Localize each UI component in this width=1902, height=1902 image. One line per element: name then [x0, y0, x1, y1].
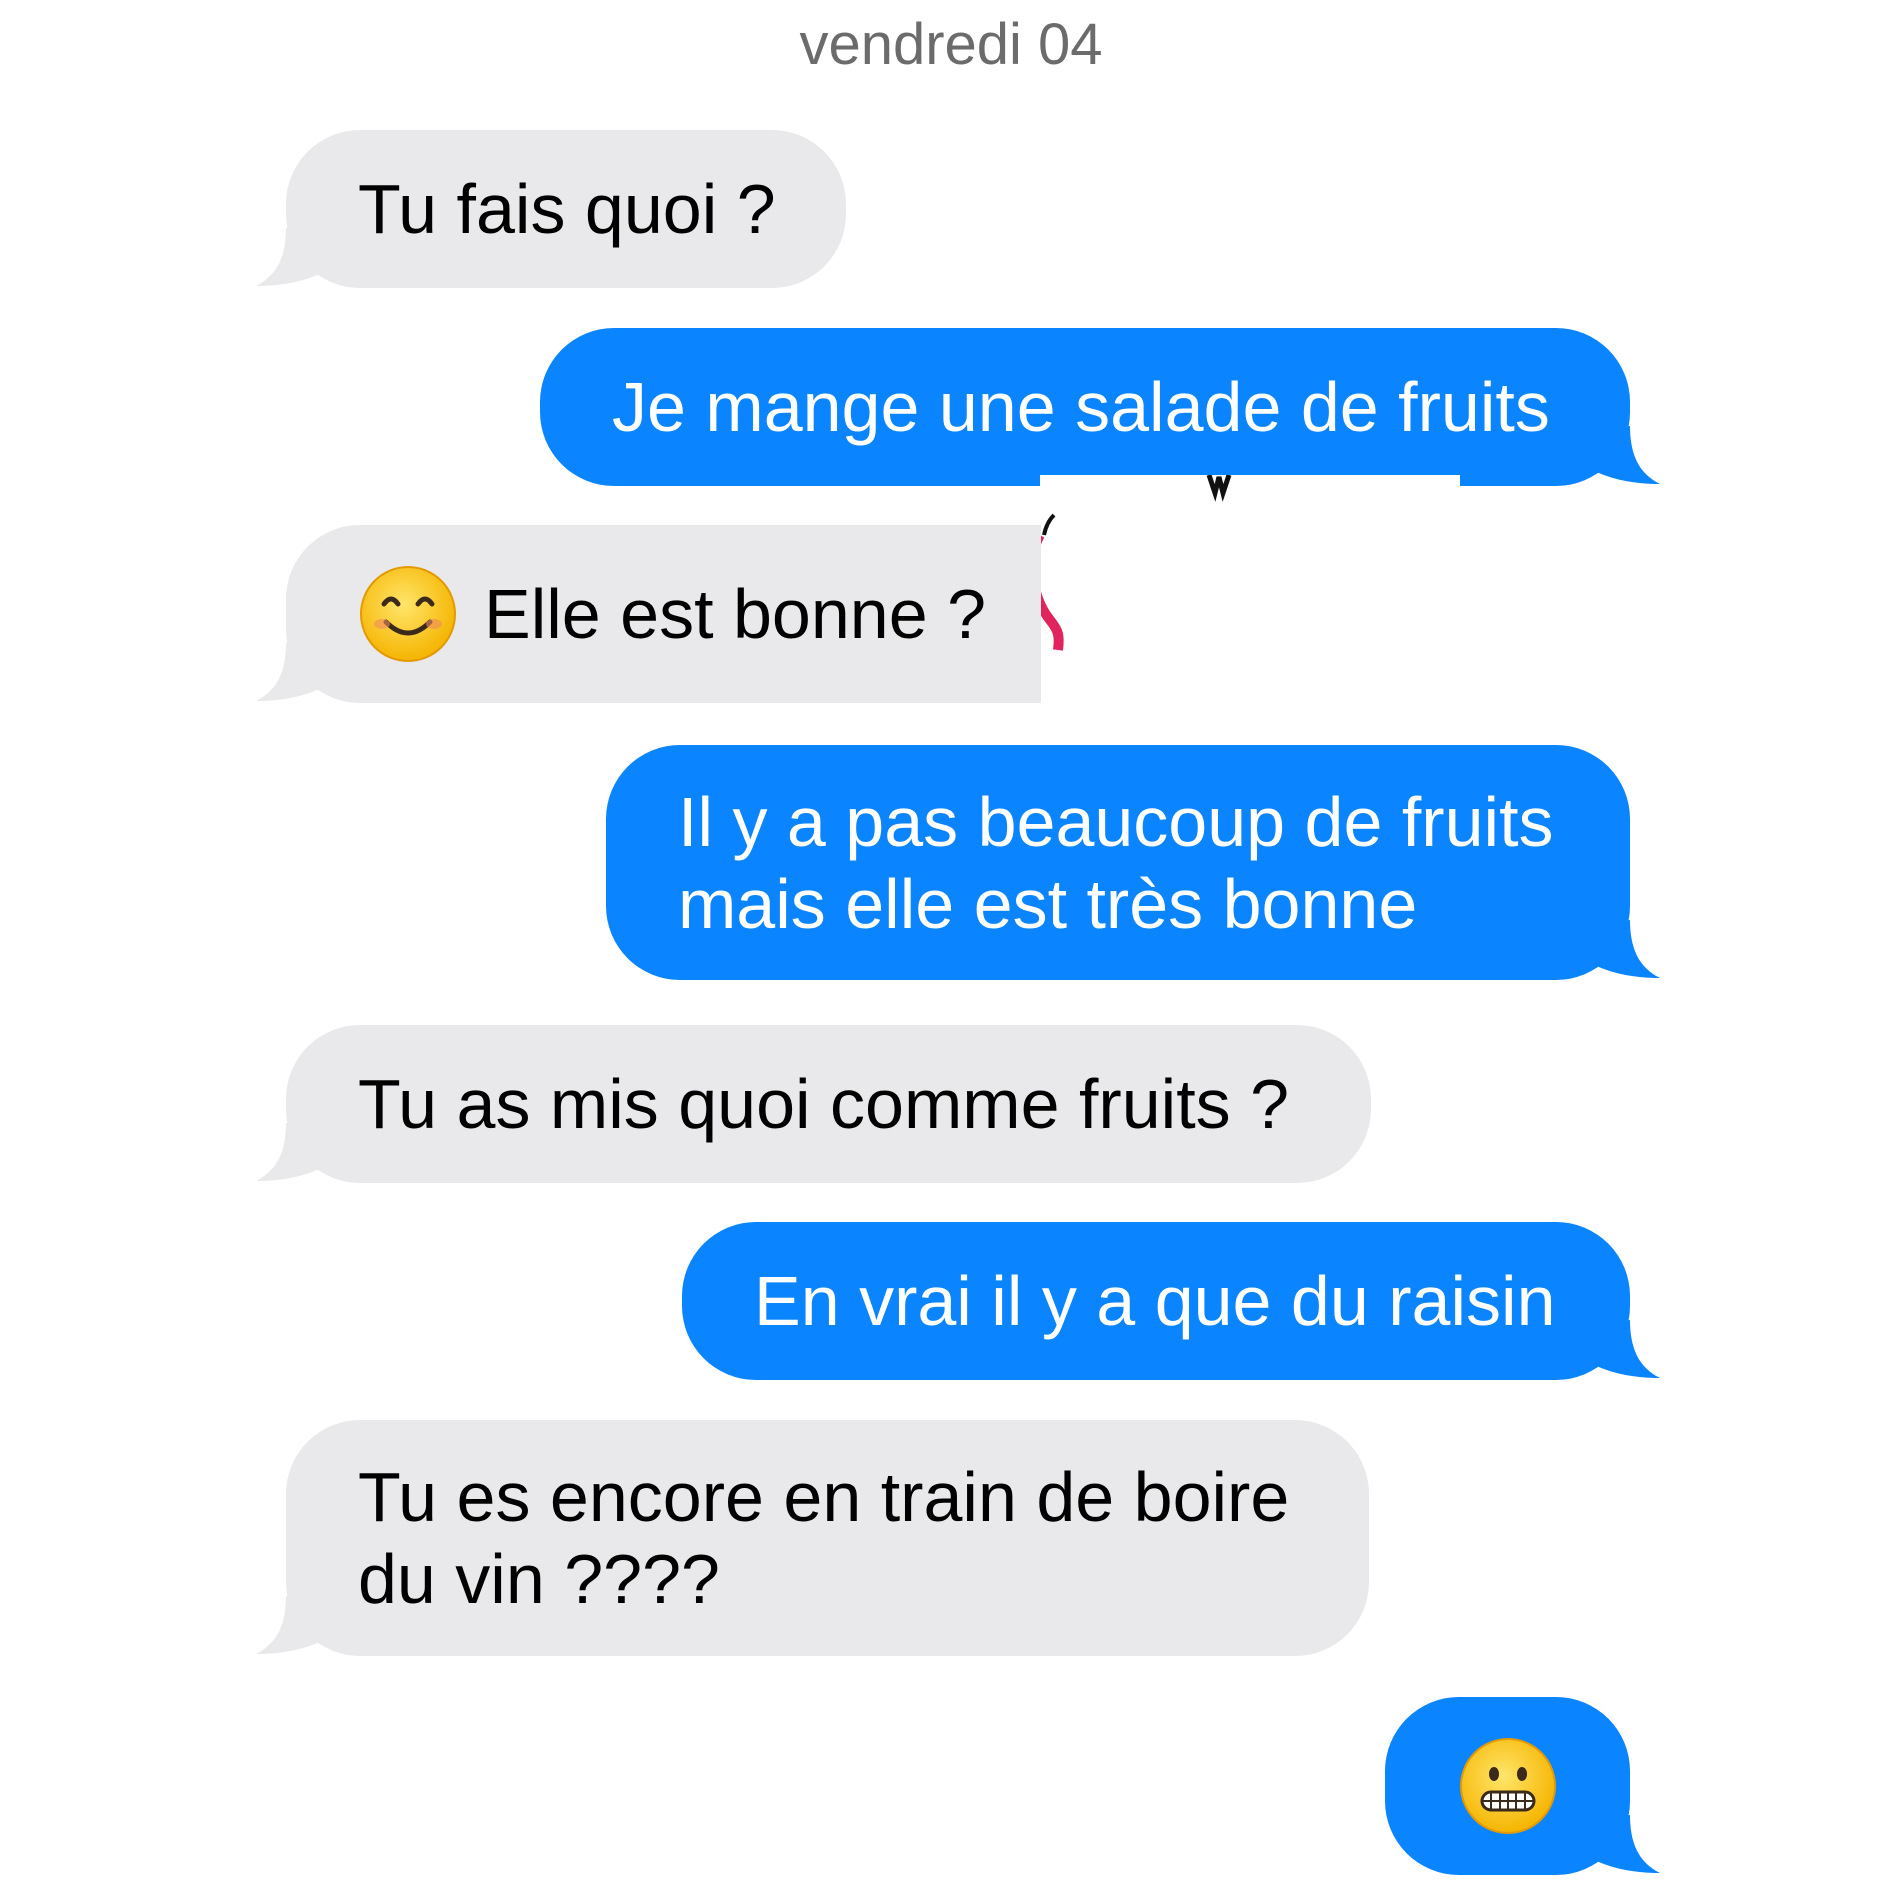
- message-bubble-received[interactable]: Elle est bonne ?: [256, 525, 1041, 703]
- bubble-tail: [1570, 426, 1660, 484]
- sticker-graphic: [1027, 474, 1232, 651]
- message-text: Tu fais quoi ?: [358, 170, 776, 248]
- bubble-tail: [256, 1596, 346, 1654]
- message-text-line: Tu es encore en train de boire: [358, 1458, 1290, 1536]
- message-bubble-received[interactable]: Tu fais quoi ?: [256, 130, 846, 288]
- message-bubble-received[interactable]: Tu as mis quoi comme fruits ?: [256, 1025, 1371, 1183]
- message-text-line: mais elle est très bonne: [678, 864, 1418, 943]
- bubble-tail: [256, 643, 346, 701]
- message-text: Je mange une salade de fruits: [612, 368, 1550, 446]
- smiling-face-with-smiling-eyes-icon: [358, 564, 458, 664]
- message-text: En vrai il y a que du raisin: [754, 1262, 1556, 1340]
- bubble-tail: [1570, 920, 1660, 978]
- message-text-line: Il y a pas beaucoup de fruits: [678, 782, 1554, 861]
- message-text: Elle est bonne ?: [484, 575, 987, 653]
- message-bubble-sent[interactable]: Je mange une salade de fruits: [540, 328, 1660, 486]
- bubble-tail: [256, 1123, 346, 1181]
- grimacing-face-icon: [1458, 1736, 1558, 1836]
- message-bubble-sent[interactable]: En vrai il y a que du raisin: [682, 1222, 1660, 1380]
- date-header: vendredi 04: [799, 12, 1103, 77]
- message-bubble-sent[interactable]: Il y a pas beaucoup de fruits mais elle …: [606, 745, 1660, 980]
- bubble-tail: [1570, 1815, 1660, 1873]
- sticker-overlay: [1027, 474, 1460, 705]
- message-text: Tu as mis quoi comme fruits ?: [358, 1065, 1290, 1143]
- message-bubble-sent[interactable]: [1385, 1697, 1660, 1875]
- message-bubble-received[interactable]: Tu es encore en train de boire du vin ??…: [256, 1420, 1369, 1656]
- bubble-tail: [1570, 1320, 1660, 1378]
- bubble-tail: [256, 228, 346, 286]
- message-text-line: du vin ????: [358, 1540, 720, 1618]
